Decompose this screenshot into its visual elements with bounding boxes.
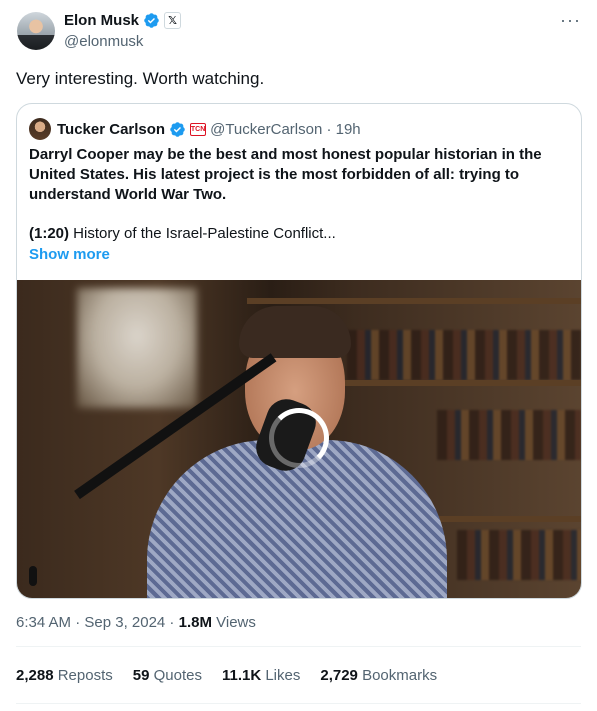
quoted-handle-time: @TuckerCarlson · 19h bbox=[210, 120, 361, 138]
quoted-subtext: (1:20) History of the Israel-Palestine C… bbox=[29, 224, 559, 244]
video-player[interactable] bbox=[17, 280, 581, 598]
reposts-label: Reposts bbox=[53, 667, 113, 684]
books bbox=[437, 410, 581, 460]
reposts-count: 2,288 bbox=[16, 667, 54, 684]
quoted-body: Darryl Cooper may be the best and most h… bbox=[29, 146, 542, 203]
views-label: Views bbox=[211, 614, 256, 631]
background-window bbox=[77, 288, 197, 408]
video-control-icon[interactable] bbox=[29, 566, 37, 586]
loading-spinner-icon bbox=[269, 408, 329, 468]
reposts-stat[interactable]: 2,288 Reposts bbox=[16, 667, 113, 684]
quoted-tweet[interactable]: Tucker Carlson TCN @TuckerCarlson · 19h … bbox=[16, 103, 582, 599]
likes-label: Likes bbox=[261, 667, 301, 684]
video-duration: (1:20) bbox=[29, 225, 70, 242]
quoted-header: Tucker Carlson TCN @TuckerCarlson · 19h bbox=[29, 118, 361, 140]
quotes-label: Quotes bbox=[149, 667, 202, 684]
divider bbox=[16, 646, 581, 647]
bookmarks-label: Bookmarks bbox=[357, 667, 438, 684]
x-logo-icon: 𝕏 bbox=[164, 12, 182, 29]
likes-stat[interactable]: 11.1K Likes bbox=[222, 667, 300, 684]
engagement-stats: 2,288 Reposts 59 Quotes 11.1K Likes 2,72… bbox=[16, 667, 437, 684]
author-name-row: Elon Musk 𝕏 bbox=[64, 12, 182, 29]
author-handle[interactable]: @elonmusk bbox=[64, 33, 143, 50]
network-badge-icon: TCN bbox=[190, 122, 207, 136]
divider bbox=[16, 703, 581, 704]
bookshelf bbox=[417, 516, 581, 522]
quoted-author-name: Tucker Carlson bbox=[57, 120, 166, 138]
books bbox=[457, 530, 581, 580]
author-name[interactable]: Elon Musk bbox=[64, 12, 139, 29]
bookshelf bbox=[247, 298, 581, 304]
likes-count: 11.1K bbox=[221, 667, 262, 684]
tweet-timestamp[interactable]: 6:34 AM · Sep 3, 2024 · 1.8M Views bbox=[16, 614, 256, 631]
views-count: 1.8M bbox=[178, 614, 212, 631]
show-more-link[interactable]: Show more bbox=[29, 246, 110, 263]
verified-icon bbox=[170, 121, 185, 137]
quotes-count: 59 bbox=[132, 667, 150, 684]
books bbox=[347, 330, 581, 380]
bookmarks-count: 2,729 bbox=[320, 667, 358, 684]
video-title: History of the Israel-Palestine Conflict… bbox=[69, 225, 336, 242]
person-hair bbox=[239, 306, 351, 358]
quotes-stat[interactable]: 59 Quotes bbox=[133, 667, 202, 684]
author-avatar[interactable] bbox=[17, 12, 55, 50]
verified-icon bbox=[144, 13, 159, 28]
bookmarks-stat[interactable]: 2,729 Bookmarks bbox=[320, 667, 437, 684]
more-options-icon[interactable]: ··· bbox=[560, 10, 581, 31]
timestamp-text: 6:34 AM · Sep 3, 2024 · bbox=[16, 614, 179, 631]
quoted-avatar bbox=[29, 118, 51, 140]
tweet-text: Very interesting. Worth watching. bbox=[16, 69, 265, 88]
